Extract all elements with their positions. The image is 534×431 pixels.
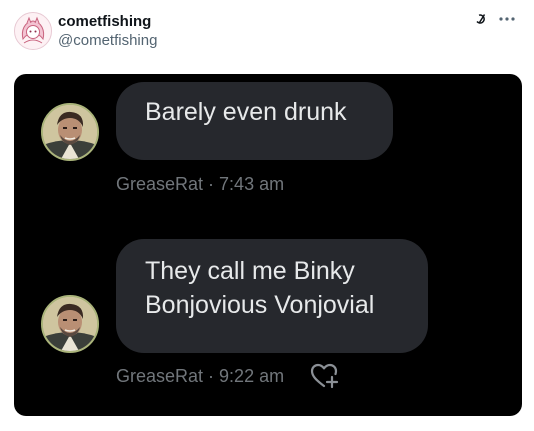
message-text-line: Bonjovious Vonjovial xyxy=(145,291,375,319)
sender-avatar[interactable] xyxy=(41,295,99,353)
message-time: 7:43 am xyxy=(219,174,285,194)
sender-name: GreaseRat xyxy=(116,366,204,386)
greaserat-portrait xyxy=(43,297,97,351)
message-meta: GreaseRat · 7:43 am xyxy=(116,174,284,195)
greaserat-portrait xyxy=(43,105,97,159)
message-bubble[interactable]: Barely even drunk xyxy=(116,82,393,160)
attached-image[interactable]: Barely even drunk GreaseRat · 7:43 am Th… xyxy=(14,74,522,416)
heart-add-icon[interactable] xyxy=(310,363,340,389)
message-text-line: They call me Binky xyxy=(145,257,355,285)
grok-icon[interactable] xyxy=(474,12,488,26)
message-bubble[interactable]: They call me Binky Bonjovious Vonjovial xyxy=(116,239,428,353)
sender-avatar[interactable] xyxy=(41,103,99,161)
more-options-icon[interactable] xyxy=(498,16,516,22)
meta-separator: · xyxy=(208,174,215,194)
message-meta: GreaseRat · 9:22 am xyxy=(116,366,284,387)
message-time: 9:22 am xyxy=(219,366,285,386)
user-avatar[interactable] xyxy=(14,12,52,50)
display-name[interactable]: cometfishing xyxy=(58,13,151,30)
sender-name: GreaseRat xyxy=(116,174,204,194)
meta-separator: · xyxy=(208,366,215,386)
avatar-drawing xyxy=(15,13,51,49)
post-header: cometfishing @cometfishing xyxy=(0,0,534,70)
user-handle[interactable]: @cometfishing xyxy=(58,32,157,49)
message-text: Barely even drunk xyxy=(145,98,347,126)
